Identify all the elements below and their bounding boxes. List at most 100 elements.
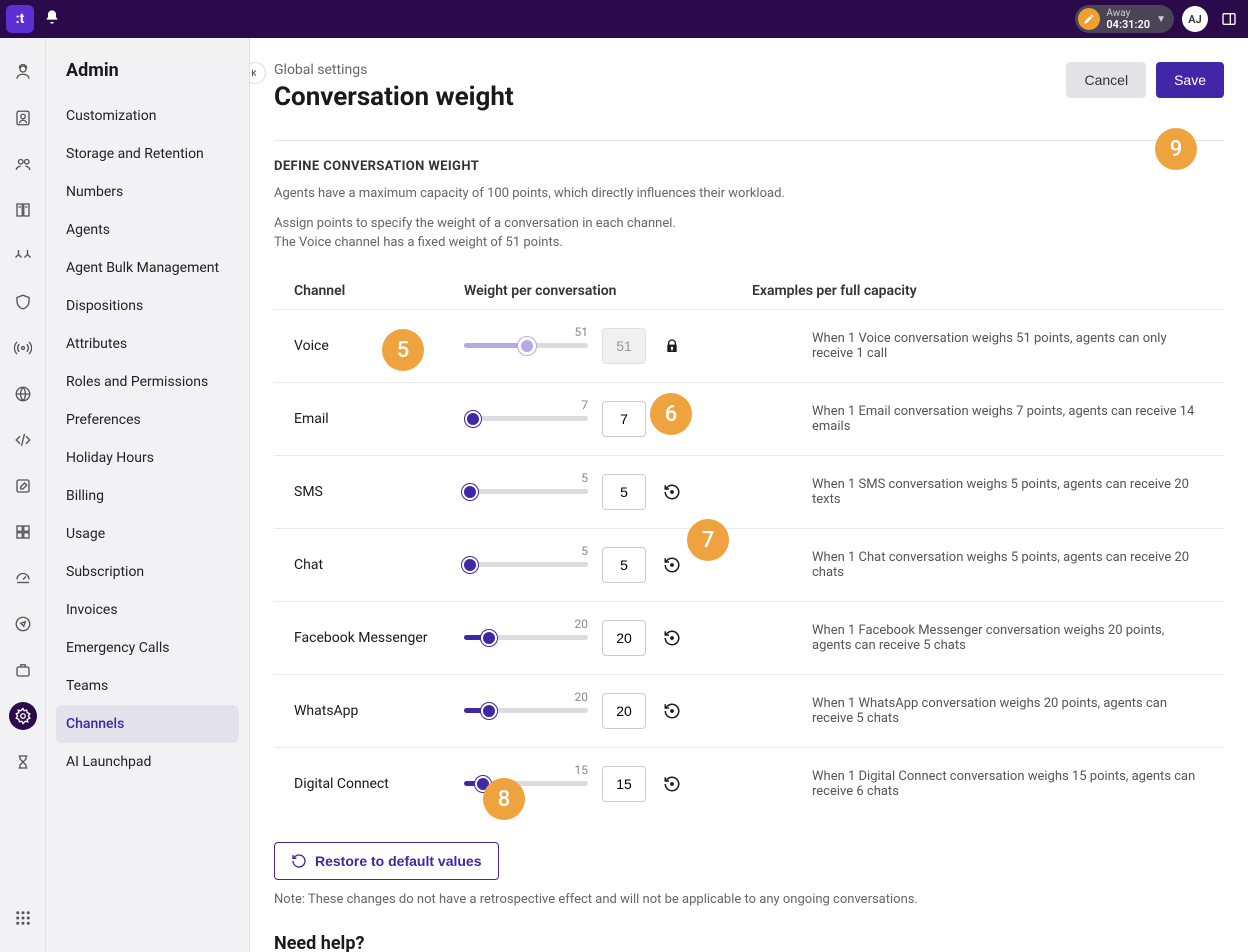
chevron-down-icon: ▼ (1156, 14, 1166, 25)
col-header-channel: Channel (294, 283, 464, 299)
sidebar-item-customization[interactable]: Customization (56, 97, 239, 135)
table-row: SMS5When 1 SMS conversation weighs 5 poi… (274, 455, 1224, 528)
slider-value-label: 7 (581, 398, 588, 412)
weight-slider: 51 (464, 343, 588, 348)
weights-table: Channel Weight per conversation Examples… (274, 273, 1224, 820)
reset-row-icon[interactable] (660, 626, 684, 650)
slider-value-label: 20 (575, 690, 589, 704)
sidebar-item-usage[interactable]: Usage (56, 515, 239, 553)
status-pill[interactable]: Away 04:31:20 ▼ (1075, 5, 1174, 33)
rail-globe-icon[interactable] (9, 380, 37, 408)
status-label: Away (1106, 9, 1150, 19)
weight-input[interactable] (602, 620, 646, 656)
rail-grid-icon[interactable] (9, 904, 37, 932)
rail-team-icon[interactable] (9, 150, 37, 178)
sidebar-item-storage-and-retention[interactable]: Storage and Retention (56, 135, 239, 173)
topbar: :t Away 04:31:20 ▼ AJ (0, 0, 1248, 38)
icon-rail (0, 38, 46, 952)
reset-row-icon[interactable] (660, 772, 684, 796)
weight-cell: 20 (464, 693, 752, 729)
sidebar-item-teams[interactable]: Teams (56, 667, 239, 705)
sidebar-item-agent-bulk-management[interactable]: Agent Bulk Management (56, 249, 239, 287)
sidebar-item-numbers[interactable]: Numbers (56, 173, 239, 211)
weight-input[interactable] (602, 766, 646, 802)
restore-defaults-button[interactable]: Restore to default values (274, 842, 499, 880)
rail-shield-icon[interactable] (9, 288, 37, 316)
table-row: Chat5When 1 Chat conversation weighs 5 p… (274, 528, 1224, 601)
save-button[interactable]: Save (1156, 62, 1224, 98)
note-text: Note: These changes do not have a retros… (274, 892, 1224, 907)
sidebar-item-holiday-hours[interactable]: Holiday Hours (56, 439, 239, 477)
sidebar-item-roles-and-permissions[interactable]: Roles and Permissions (56, 363, 239, 401)
collapse-sidebar-button[interactable] (250, 62, 266, 84)
weight-slider[interactable]: 5 (464, 489, 588, 494)
slider-value-label: 20 (575, 617, 589, 631)
rail-agent-icon[interactable] (9, 58, 37, 86)
cancel-button[interactable]: Cancel (1066, 62, 1146, 98)
section-description-1: Agents have a maximum capacity of 100 po… (274, 184, 1224, 204)
slider-value-label: 5 (581, 471, 588, 485)
weight-cell: 5 (464, 474, 752, 510)
weight-slider[interactable]: 20 (464, 708, 588, 713)
weight-slider[interactable]: 7 (464, 416, 588, 421)
sidebar-item-agents[interactable]: Agents (56, 211, 239, 249)
example-text: When 1 SMS conversation weighs 5 points,… (752, 477, 1204, 507)
weight-cell: 51 (464, 328, 752, 364)
sidebar-item-preferences[interactable]: Preferences (56, 401, 239, 439)
reset-row-icon[interactable] (660, 480, 684, 504)
example-text: When 1 Facebook Messenger conversation w… (752, 623, 1204, 653)
rail-settings-icon[interactable] (9, 702, 37, 730)
col-header-weight: Weight per conversation (464, 283, 752, 299)
page-title: Conversation weight (274, 82, 514, 112)
sidebar-item-ai-launchpad[interactable]: AI Launchpad (56, 743, 239, 781)
weight-input[interactable] (602, 547, 646, 583)
weight-input[interactable] (602, 474, 646, 510)
rail-apps-icon[interactable] (9, 518, 37, 546)
divider (274, 140, 1224, 141)
table-row: Email7When 1 Email conversation weighs 7… (274, 382, 1224, 455)
rail-briefcase-icon[interactable] (9, 656, 37, 684)
table-row: Voice51When 1 Voice conversation weighs … (274, 309, 1224, 382)
rail-book-icon[interactable] (9, 196, 37, 224)
channel-name: Facebook Messenger (294, 630, 464, 646)
rail-code-icon[interactable] (9, 426, 37, 454)
avatar[interactable]: AJ (1182, 6, 1208, 32)
channel-name: SMS (294, 484, 464, 500)
notifications-icon[interactable] (44, 9, 60, 29)
example-text: When 1 Chat conversation weighs 5 points… (752, 550, 1204, 580)
sidebar-item-emergency-calls[interactable]: Emergency Calls (56, 629, 239, 667)
help-title: Need help? (274, 933, 1224, 952)
weight-cell: 7 (464, 401, 752, 437)
table-row: Digital Connect15When 1 Digital Connect … (274, 747, 1224, 820)
sidebar-item-attributes[interactable]: Attributes (56, 325, 239, 363)
panel-toggle-icon[interactable] (1216, 6, 1242, 32)
rail-misc-icon[interactable] (9, 748, 37, 776)
example-text: When 1 WhatsApp conversation weighs 20 p… (752, 696, 1204, 726)
rail-flow-icon[interactable] (9, 242, 37, 270)
rail-dashboard-icon[interactable] (9, 564, 37, 592)
rail-broadcast-icon[interactable] (9, 334, 37, 362)
reset-row-icon[interactable] (660, 553, 684, 577)
weight-input (602, 328, 646, 364)
sidebar-item-invoices[interactable]: Invoices (56, 591, 239, 629)
sidebar-item-subscription[interactable]: Subscription (56, 553, 239, 591)
weight-slider[interactable]: 5 (464, 562, 588, 567)
weight-slider[interactable]: 20 (464, 635, 588, 640)
rail-compass-icon[interactable] (9, 610, 37, 638)
reset-row-icon[interactable] (660, 407, 684, 431)
sidebar-item-channels[interactable]: Channels (56, 705, 239, 743)
section-description-2a: Assign points to specify the weight of a… (274, 216, 676, 231)
weight-slider[interactable]: 15 (464, 781, 588, 786)
sidebar-title: Admin (56, 60, 239, 97)
reset-row-icon[interactable] (660, 699, 684, 723)
rail-contact-icon[interactable] (9, 104, 37, 132)
sidebar-item-billing[interactable]: Billing (56, 477, 239, 515)
app-logo[interactable]: :t (6, 5, 34, 33)
example-text: When 1 Digital Connect conversation weig… (752, 769, 1204, 799)
slider-value-label: 5 (581, 544, 588, 558)
sidebar-item-dispositions[interactable]: Dispositions (56, 287, 239, 325)
weight-input[interactable] (602, 693, 646, 729)
rail-edit-icon[interactable] (9, 472, 37, 500)
weight-cell: 20 (464, 620, 752, 656)
weight-input[interactable] (602, 401, 646, 437)
